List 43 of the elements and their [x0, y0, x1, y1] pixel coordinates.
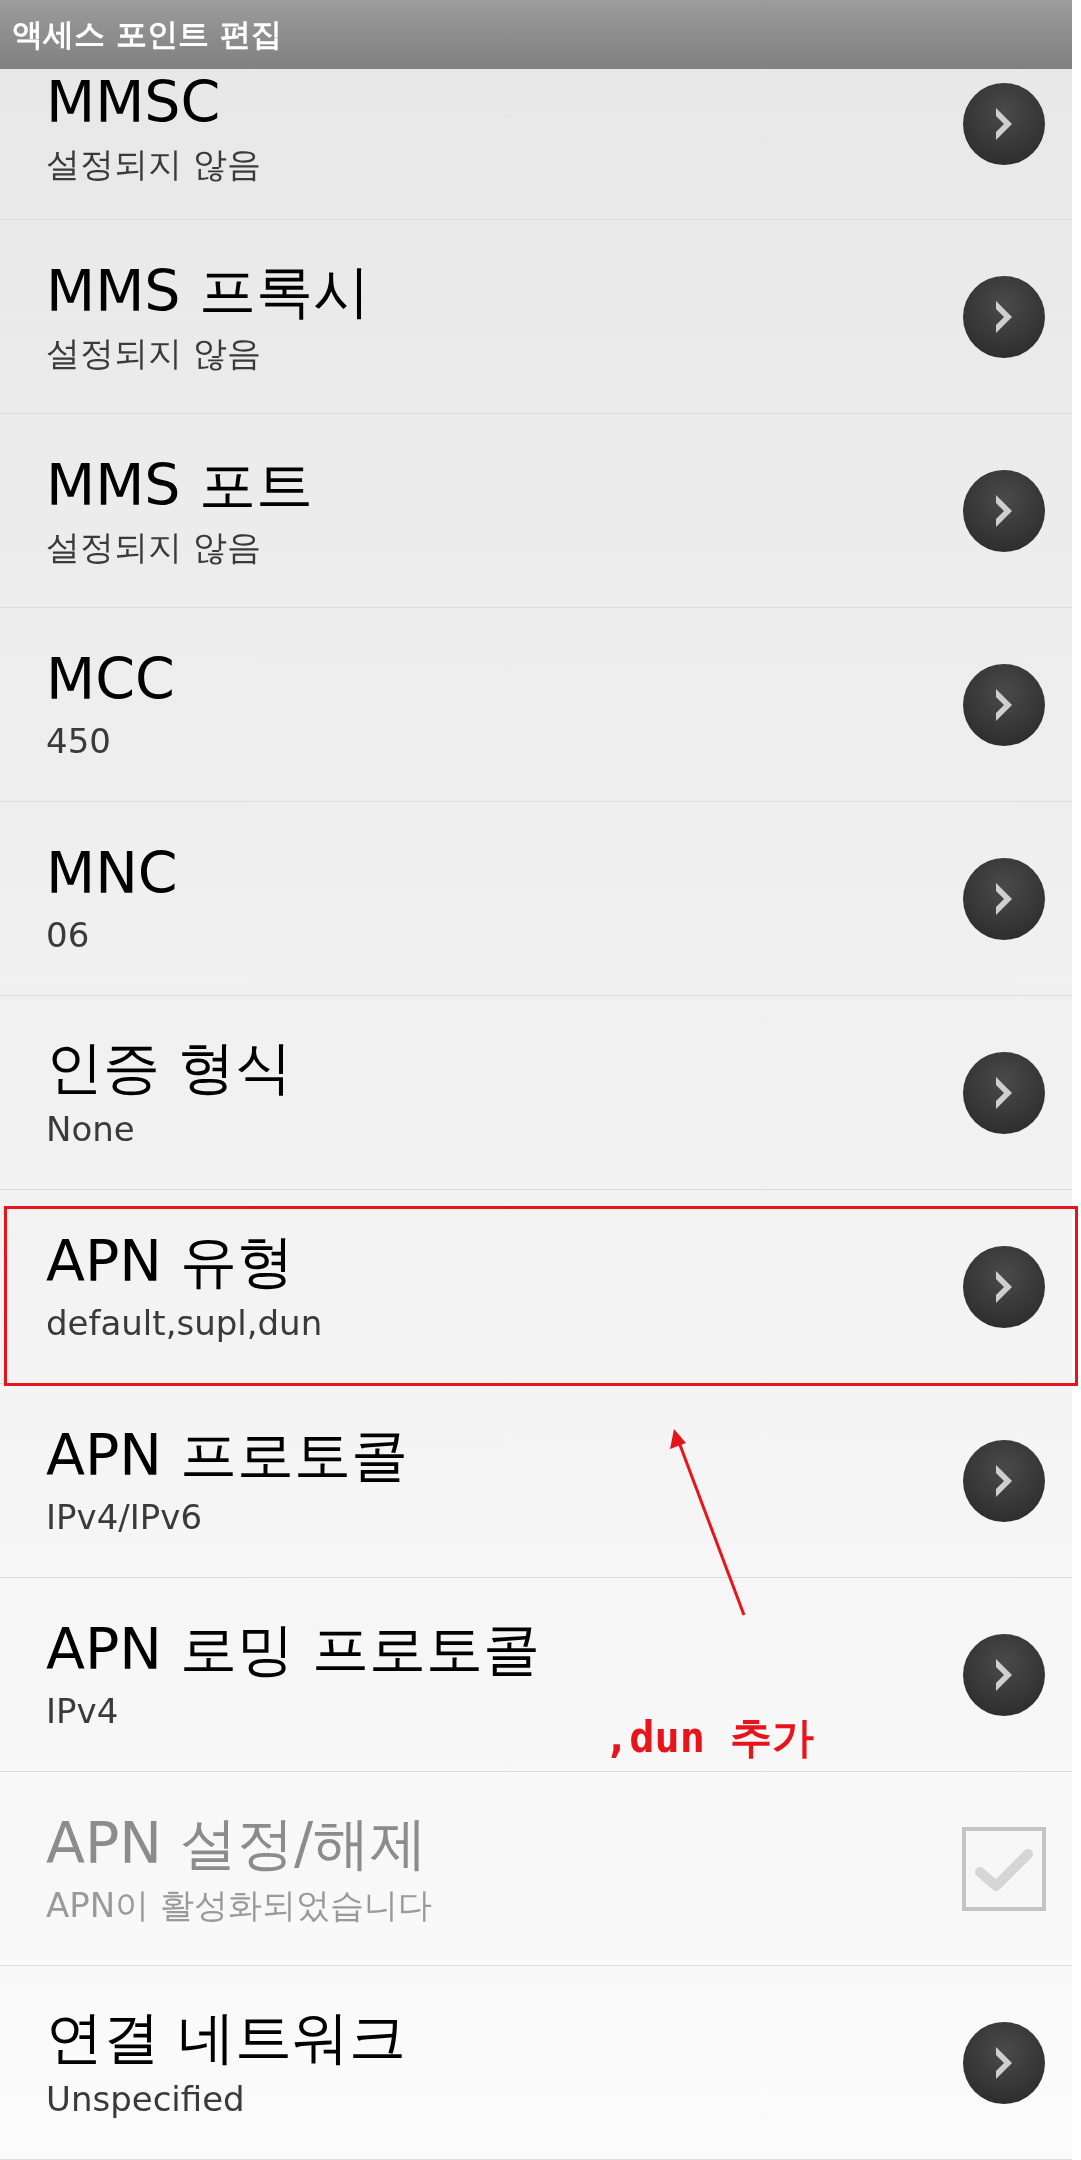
- row-title: APN 유형: [46, 1227, 296, 1294]
- row-title: APN 로밍 프로토콜: [46, 1615, 541, 1682]
- chevron-right-icon: [962, 1050, 1046, 1135]
- row-title: 인증 형식: [46, 1033, 293, 1100]
- chevron-right-icon: [962, 662, 1046, 747]
- row-summary: Unspecified: [46, 2077, 246, 2121]
- row-summary: IPv4: [46, 1689, 120, 1733]
- chevron-right-icon: [962, 274, 1046, 359]
- row-summary: 설정되지 않음: [46, 331, 262, 375]
- preference-row[interactable]: MMS 프록시 설정되지 않음: [0, 220, 1072, 414]
- chevron-right-icon: [962, 1438, 1046, 1523]
- preference-row[interactable]: APN 프로토콜 IPv4/IPv6: [0, 1384, 1072, 1578]
- preference-row[interactable]: APN 유형 default,supl,dun: [0, 1190, 1072, 1384]
- preference-row[interactable]: 인증 형식 None: [0, 996, 1072, 1190]
- row-title: MMS 포트: [46, 451, 313, 518]
- row-title: 연결 네트워크: [46, 2003, 407, 2070]
- chevron-right-icon: [962, 82, 1046, 166]
- row-title: MCC: [46, 645, 175, 712]
- row-title: MMS 프록시: [46, 257, 370, 324]
- row-summary: 06: [46, 913, 91, 957]
- row-summary: 450: [46, 719, 112, 763]
- row-title: MMSC: [46, 69, 222, 135]
- annotation-text: ,dun 추가: [604, 1712, 815, 1764]
- preference-row[interactable]: MMSC 설정되지 않음: [0, 69, 1072, 220]
- row-summary: None: [46, 1107, 136, 1151]
- screen-title: 액세스 포인트 편집: [12, 15, 282, 55]
- row-summary: APN이 활성화되었습니다: [46, 1883, 432, 1927]
- row-summary: 설정되지 않음: [46, 525, 262, 569]
- chevron-right-icon: [962, 1244, 1046, 1329]
- chevron-right-icon: [962, 2020, 1046, 2105]
- preference-row[interactable]: MCC 450: [0, 608, 1072, 802]
- preference-row[interactable]: 연결 네트워크 Unspecified: [0, 1966, 1072, 2160]
- row-summary: default,supl,dun: [46, 1301, 323, 1345]
- row-title: APN 설정/해제: [46, 1809, 429, 1876]
- chevron-right-icon: [962, 1632, 1046, 1717]
- row-summary: 설정되지 않음: [46, 143, 261, 186]
- preference-row[interactable]: MNC 06: [0, 802, 1072, 996]
- row-title: APN 프로토콜: [46, 1421, 409, 1488]
- row-summary: IPv4/IPv6: [46, 1495, 204, 1539]
- preference-row[interactable]: MMS 포트 설정되지 않음: [0, 414, 1072, 608]
- chevron-right-icon: [962, 856, 1046, 941]
- chevron-right-icon: [962, 468, 1046, 553]
- row-title: MNC: [46, 839, 178, 906]
